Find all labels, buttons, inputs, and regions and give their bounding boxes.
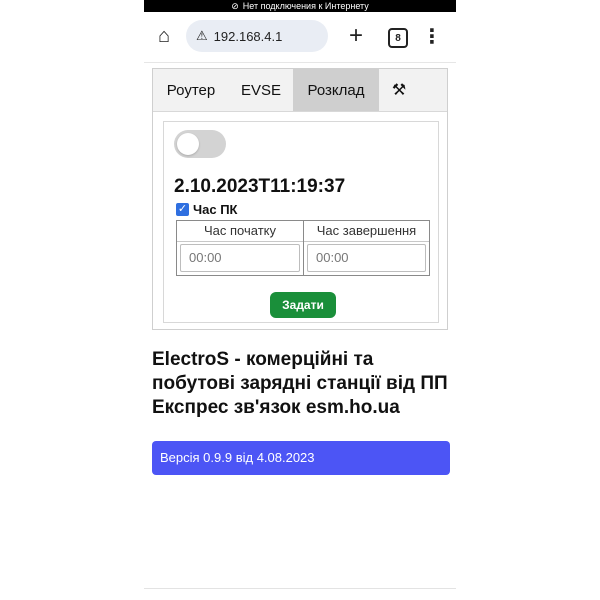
status-text: Нет подключения к Интернету (242, 1, 369, 11)
time-table: Час початку 00:00 Час завершення 00:00 (176, 220, 430, 276)
end-time-input[interactable]: 00:00 (307, 244, 426, 272)
browser-toolbar: ⌂ ⚠ 192.168.4.1 + 8 ⋮ (144, 12, 456, 63)
bottom-divider (144, 588, 456, 589)
set-button[interactable]: Задати (270, 292, 336, 318)
current-datetime: 2.10.2023T11:19:37 (174, 176, 346, 197)
tab-router[interactable]: Роутер (153, 69, 229, 111)
settings-card: Роутер EVSE Розклад ⚒ 2.10.2023T11:19:37… (152, 68, 448, 330)
start-header: Час початку (177, 221, 303, 242)
page-heading: ElectroS - комерційні та побутові зарядн… (152, 349, 448, 418)
tab-evse-label: EVSE (240, 81, 282, 99)
tools-icon: ⚒ (391, 82, 407, 99)
end-header: Час завершення (304, 221, 429, 242)
pc-time-checkbox[interactable]: ✓ (176, 203, 189, 216)
schedule-panel: 2.10.2023T11:19:37 ✓ Час ПК Час початку … (163, 121, 439, 323)
pc-time-row: ✓ Час ПК (176, 202, 237, 217)
tab-tools[interactable]: ⚒ (379, 69, 419, 111)
schedule-toggle[interactable] (174, 130, 226, 158)
tab-schedule[interactable]: Розклад (293, 69, 379, 111)
pc-time-label: Час ПК (193, 202, 238, 217)
tab-count: 8 (395, 32, 401, 44)
start-time-input[interactable]: 00:00 (180, 244, 300, 272)
warning-icon[interactable]: ⚠ (196, 28, 208, 44)
new-tab-icon[interactable]: + (344, 22, 368, 49)
home-icon[interactable]: ⌂ (152, 24, 176, 48)
url-text: 192.168.4.1 (213, 28, 283, 44)
menu-icon[interactable]: ⋮ (420, 24, 444, 48)
status-bar: ⊘ Нет подключения к Интернету (144, 0, 456, 12)
tab-evse[interactable]: EVSE (229, 69, 293, 111)
address-bar[interactable]: ⚠ 192.168.4.1 (186, 20, 328, 52)
tab-bar: Роутер EVSE Розклад ⚒ (153, 69, 447, 112)
tab-schedule-label: Розклад (307, 81, 365, 99)
phone-screen: ⊘ Нет подключения к Интернету ⌂ ⚠ 192.16… (144, 0, 456, 600)
toggle-knob (177, 133, 199, 155)
end-column: Час завершення 00:00 (303, 221, 429, 275)
tab-count-button[interactable]: 8 (388, 28, 408, 48)
tab-router-label: Роутер (166, 81, 216, 99)
version-banner: Версія 0.9.9 від 4.08.2023 (152, 441, 450, 475)
start-column: Час початку 00:00 (177, 221, 303, 275)
no-wifi-icon: ⊘ (231, 1, 239, 11)
